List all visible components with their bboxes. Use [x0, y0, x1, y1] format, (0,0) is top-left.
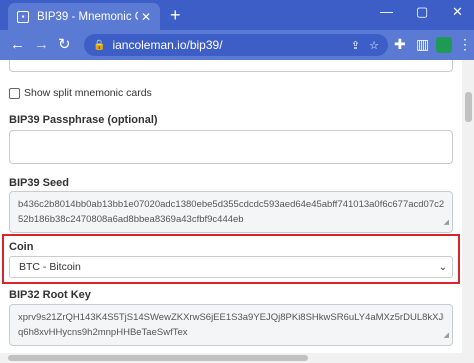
mnemonic-textarea[interactable]	[9, 60, 453, 72]
extensions-puzzle-icon[interactable]: ✚	[394, 36, 406, 53]
root-key-label: BIP32 Root Key	[9, 289, 91, 301]
split-cards-option[interactable]: Show split mnemonic cards	[9, 87, 152, 99]
split-cards-label: Show split mnemonic cards	[24, 87, 152, 99]
horizontal-scrollbar[interactable]	[0, 353, 474, 363]
tab-close-icon[interactable]: ✕	[138, 10, 154, 24]
coin-selected-value[interactable]: BTC - Bitcoin	[10, 261, 434, 273]
root-key-line-1: xprv9s21ZrQH143K4S5TjS14SWewZKXrwS6jEE1S…	[18, 312, 444, 323]
coin-label: Coin	[9, 241, 34, 253]
seed-line-1: b436c2b8014bb0ab13bb1e07020adc1380ebe5d3…	[18, 199, 444, 210]
passphrase-label: BIP39 Passphrase (optional)	[9, 114, 158, 126]
minimize-icon[interactable]: —	[380, 4, 393, 19]
close-window-icon[interactable]: ✕	[452, 4, 463, 20]
root-key-line-2: q6h8xvHHycns9h2mnpHHBeTaeSwfTex	[18, 327, 188, 338]
seed-line-2: 52b186b38c2470808a6ad8bbea8369a43cfbf9c4…	[18, 214, 244, 225]
vertical-scroll-thumb[interactable]	[465, 92, 472, 122]
chevron-down-icon[interactable]: ⌄	[434, 262, 452, 273]
side-panel-icon[interactable]: ▥	[416, 36, 429, 53]
title-bar: ▪ BIP39 - Mnemonic Code ✕ + — ▢ ✕	[0, 0, 474, 30]
url-text[interactable]: iancoleman.io/bip39/	[112, 38, 350, 52]
seed-label: BIP39 Seed	[9, 177, 69, 189]
root-key-field[interactable]: xprv9s21ZrQH143K4S5TjS14SWewZKXrwS6jEE1S…	[9, 304, 453, 346]
browser-toolbar: ← → ↻ 🔒 iancoleman.io/bip39/ ⇪ ☆ ✚ ▥ ⋮	[0, 30, 474, 60]
passphrase-input[interactable]	[9, 130, 453, 164]
page-content: Show split mnemonic cards BIP39 Passphra…	[0, 60, 462, 353]
share-icon[interactable]: ⇪	[351, 39, 360, 52]
back-arrow-icon[interactable]: ←	[10, 36, 25, 54]
menu-kebab-icon[interactable]: ⋮	[458, 36, 472, 53]
address-bar[interactable]: 🔒 iancoleman.io/bip39/ ⇪ ☆	[84, 34, 388, 56]
tab-title: BIP39 - Mnemonic Code	[37, 10, 138, 23]
maximize-icon[interactable]: ▢	[416, 4, 428, 20]
bookmark-star-icon[interactable]: ☆	[369, 39, 379, 52]
seed-field[interactable]: b436c2b8014bb0ab13bb1e07020adc1380ebe5d3…	[9, 191, 453, 233]
vertical-scrollbar[interactable]	[462, 60, 474, 353]
reload-icon[interactable]: ↻	[58, 36, 71, 54]
split-cards-checkbox[interactable]	[9, 87, 20, 99]
horizontal-scroll-thumb[interactable]	[8, 355, 308, 361]
coin-select[interactable]: BTC - Bitcoin ⌄	[9, 256, 453, 278]
page-favicon-icon: ▪	[17, 10, 29, 23]
forward-arrow-icon[interactable]: →	[34, 36, 49, 54]
lock-icon[interactable]: 🔒	[93, 40, 105, 51]
resize-handle-icon[interactable]: ◢	[444, 215, 449, 230]
new-tab-button[interactable]: +	[170, 5, 181, 25]
browser-tab[interactable]: ▪ BIP39 - Mnemonic Code ✕	[8, 3, 160, 30]
resize-handle-icon[interactable]: ◢	[444, 328, 449, 343]
extension-icon[interactable]	[436, 37, 452, 53]
